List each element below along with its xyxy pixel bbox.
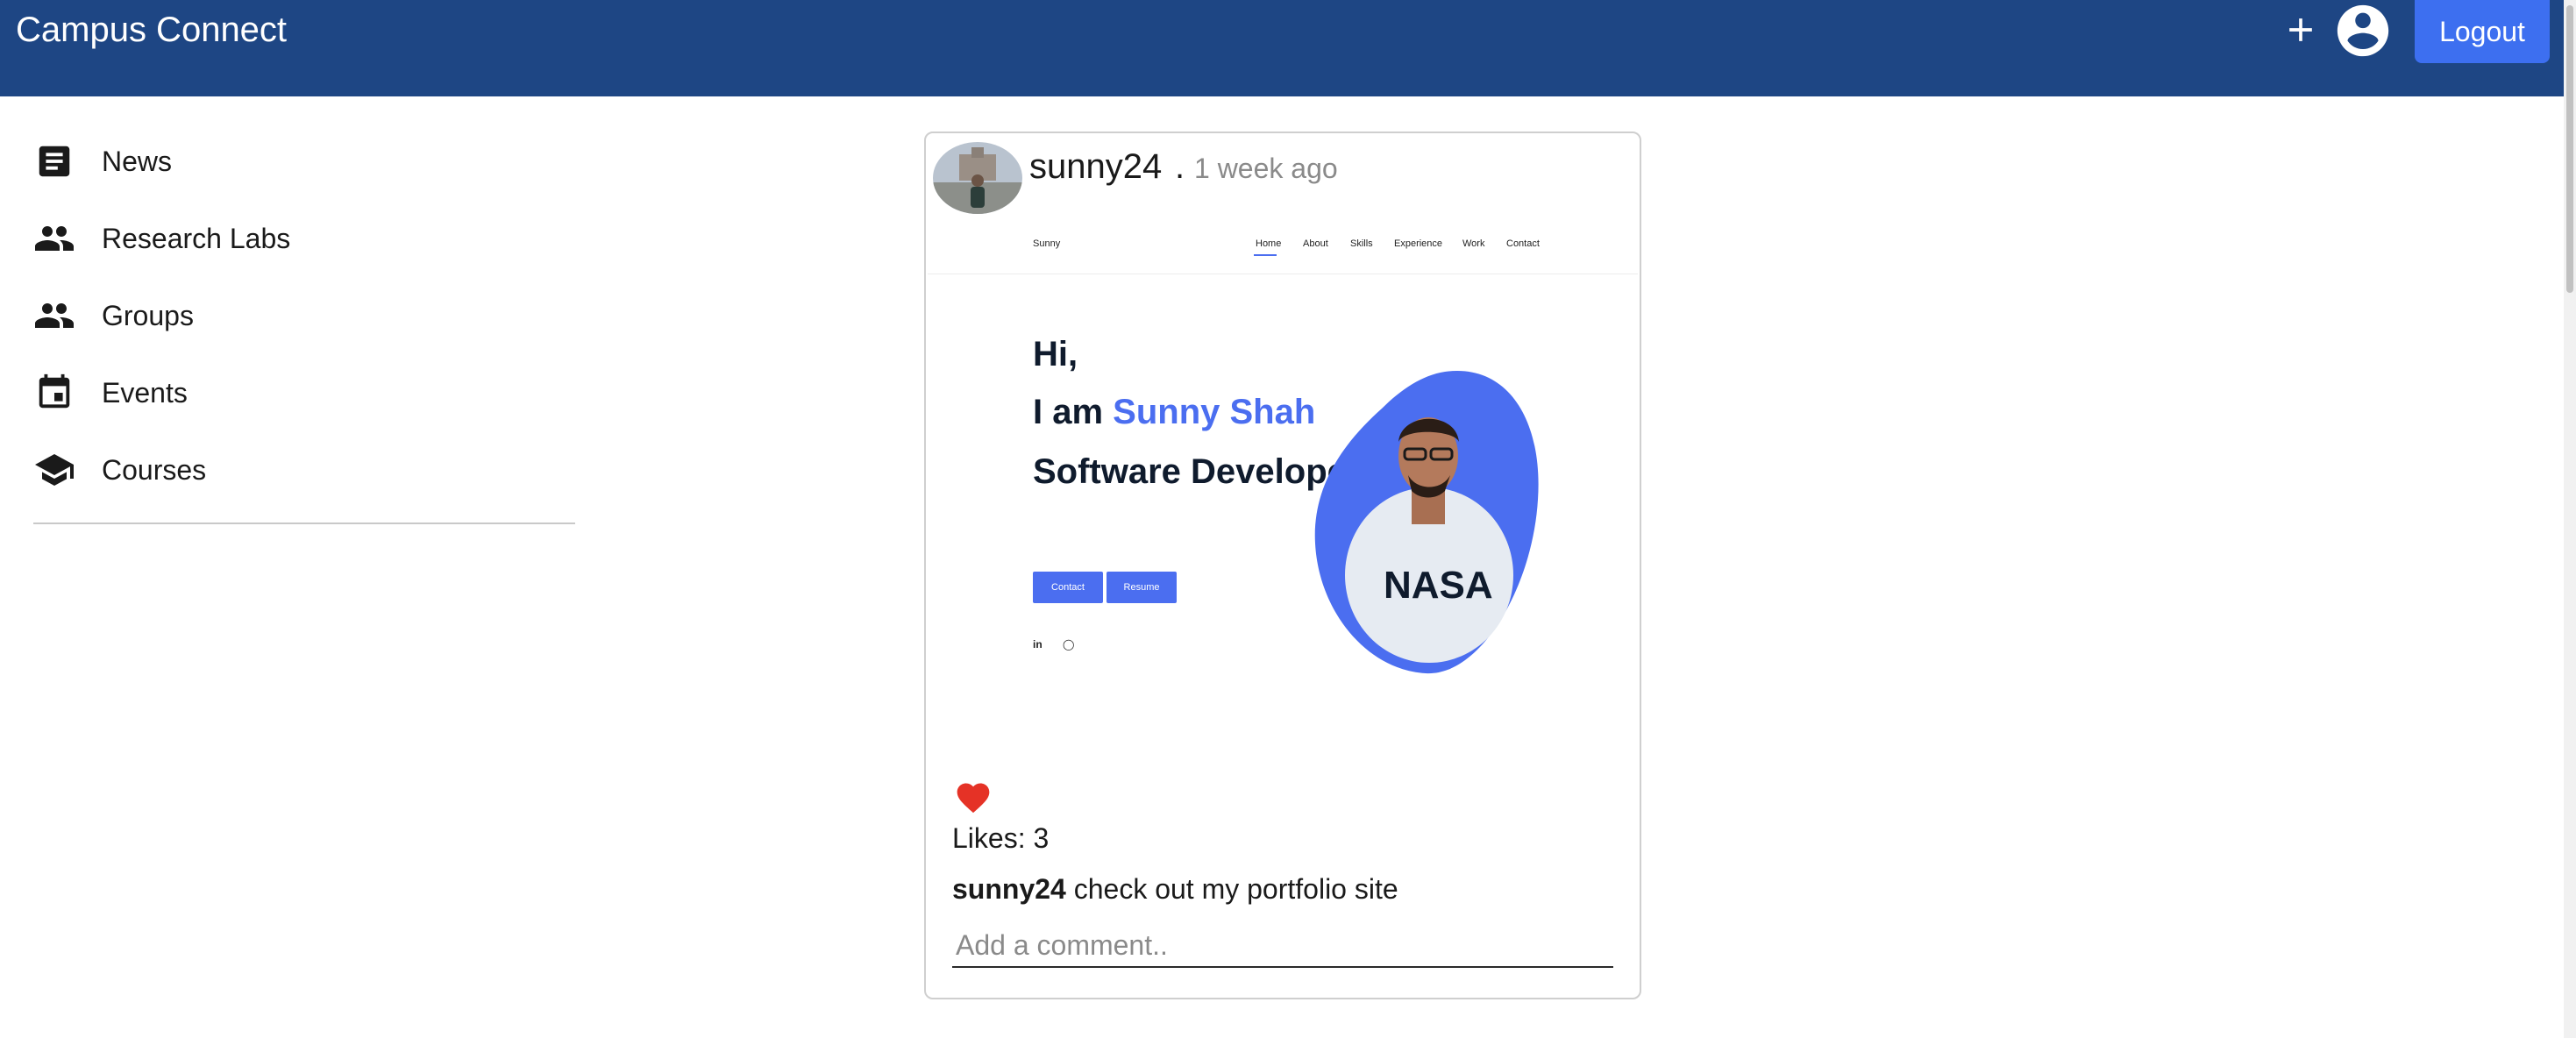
page-scrollbar[interactable] bbox=[2564, 0, 2576, 1038]
preview-shirt-text: NASA bbox=[1384, 564, 1493, 607]
heart-icon[interactable] bbox=[952, 778, 994, 817]
preview-name: Sunny Shah bbox=[1113, 393, 1316, 431]
people-icon bbox=[33, 295, 75, 337]
preview-nav-link: Skills bbox=[1350, 238, 1373, 249]
logout-button[interactable]: Logout bbox=[2415, 0, 2550, 63]
preview-github-icon: ◯ bbox=[1063, 638, 1075, 651]
sidebar-item-groups[interactable]: Groups bbox=[33, 277, 575, 354]
post-author-avatar[interactable] bbox=[933, 142, 1022, 214]
sidebar-item-label: News bbox=[102, 145, 173, 177]
preview-nav-link: Home bbox=[1256, 238, 1282, 249]
preview-resume-button: Resume bbox=[1107, 572, 1177, 603]
people-icon bbox=[33, 217, 75, 260]
preview-linkedin-icon: in bbox=[1033, 638, 1042, 651]
scrollbar-thumb[interactable] bbox=[2566, 5, 2573, 293]
sidebar-item-label: Research Labs bbox=[102, 222, 291, 254]
article-icon bbox=[33, 140, 75, 182]
sidebar-item-news[interactable]: News bbox=[33, 123, 575, 200]
sidebar-item-label: Events bbox=[102, 376, 188, 409]
preview-profile-photo: NASA bbox=[1314, 370, 1539, 674]
sidebar-item-events[interactable]: Events bbox=[33, 354, 575, 431]
plus-icon bbox=[2289, 18, 2312, 41]
sidebar-item-label: Groups bbox=[102, 299, 194, 331]
account-button[interactable] bbox=[2332, 0, 2394, 61]
preview-nav-link: Contact bbox=[1506, 238, 1540, 249]
post-timestamp: 1 week ago bbox=[1194, 153, 1338, 184]
preview-role: Software Developer bbox=[1033, 452, 1361, 491]
post-caption: sunny24 check out my portfolio site bbox=[952, 870, 1398, 908]
post-card: sunny24 . 1 week ago Sunny Home About Sk… bbox=[924, 132, 1641, 999]
sidebar-item-courses[interactable]: Courses bbox=[33, 431, 575, 508]
preview-intro-prefix: I am bbox=[1033, 393, 1114, 431]
caption-username[interactable]: sunny24 bbox=[952, 873, 1066, 905]
sidebar-divider bbox=[33, 523, 575, 524]
comment-input[interactable] bbox=[952, 924, 1613, 968]
preview-nav-link: Experience bbox=[1394, 238, 1443, 249]
add-post-button[interactable] bbox=[2276, 5, 2325, 54]
post-image[interactable]: Sunny Home About Skills Experience Work … bbox=[928, 230, 1638, 861]
caption-text: check out my portfolio site bbox=[1065, 873, 1398, 905]
preview-nav-underline bbox=[1254, 254, 1277, 256]
app-title[interactable]: Campus Connect bbox=[16, 7, 287, 53]
sidebar-nav: News Research Labs Groups Events Courses bbox=[33, 123, 575, 508]
preview-contact-button: Contact bbox=[1033, 572, 1103, 603]
school-icon bbox=[33, 449, 75, 491]
preview-navbar: Sunny Home About Skills Experience Work … bbox=[928, 230, 1638, 274]
account-circle-icon bbox=[2337, 4, 2389, 57]
preview-intro: I am Sunny Shah bbox=[1033, 393, 1315, 432]
likes-count: Likes: 3 bbox=[952, 822, 1050, 854]
preview-nav-link: About bbox=[1303, 238, 1328, 249]
event-icon bbox=[33, 372, 75, 414]
post-author-username[interactable]: sunny24 bbox=[1029, 142, 1162, 191]
post-separator: . bbox=[1175, 147, 1185, 186]
sidebar-item-research-labs[interactable]: Research Labs bbox=[33, 200, 575, 277]
app-header: Campus Connect Logout bbox=[0, 0, 2576, 96]
preview-brand: Sunny bbox=[1033, 238, 1061, 249]
preview-greeting: Hi, bbox=[1033, 335, 1078, 373]
preview-nav-link: Work bbox=[1462, 238, 1485, 249]
sidebar-item-label: Courses bbox=[102, 453, 207, 486]
